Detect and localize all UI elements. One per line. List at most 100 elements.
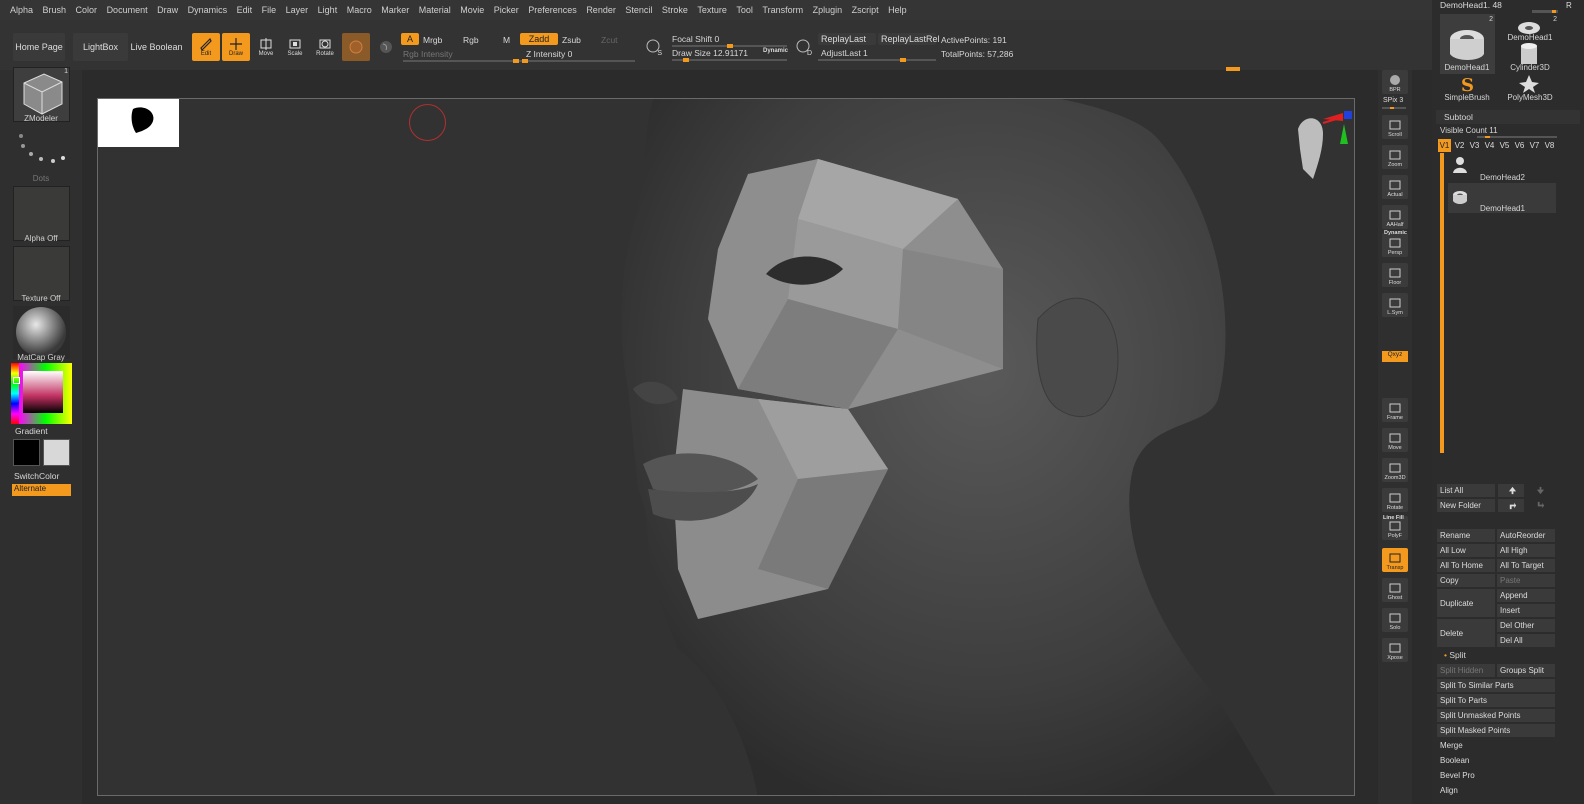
menu-movie[interactable]: Movie: [460, 5, 484, 15]
arrow-down-button[interactable]: [1526, 484, 1552, 497]
matcap-thumb[interactable]: [13, 306, 70, 359]
copy-button[interactable]: Copy: [1437, 574, 1495, 587]
menu-zplugin[interactable]: Zplugin: [813, 5, 843, 15]
menu-dynamics[interactable]: Dynamics: [188, 5, 228, 15]
menu-preferences[interactable]: Preferences: [528, 5, 577, 15]
actual-button[interactable]: Actual: [1382, 175, 1408, 199]
insert-button[interactable]: Insert: [1497, 604, 1555, 617]
edit-button[interactable]: Edit: [192, 33, 220, 61]
rgb-intensity-slider[interactable]: [403, 59, 528, 63]
material-sphere-icon[interactable]: [342, 33, 370, 61]
menu-marker[interactable]: Marker: [381, 5, 409, 15]
subtool-tab-v8[interactable]: V8: [1543, 139, 1556, 152]
dynamic-toggle[interactable]: Dynamic: [763, 48, 788, 54]
new-folder-button[interactable]: New Folder: [1437, 499, 1495, 512]
menu-alpha[interactable]: Alpha: [10, 5, 33, 15]
spix-slider[interactable]: [1382, 107, 1406, 109]
subtool-scrollbar[interactable]: [1440, 153, 1444, 453]
arrow-up-button[interactable]: [1498, 484, 1524, 497]
focal-shift-slider[interactable]: [672, 44, 787, 48]
split-section-header[interactable]: • Split: [1436, 650, 1580, 662]
menu-edit[interactable]: Edit: [237, 5, 253, 15]
menu-draw[interactable]: Draw: [157, 5, 178, 15]
persp-button[interactable]: Persp: [1382, 233, 1408, 257]
menu-transform[interactable]: Transform: [762, 5, 803, 15]
solo-button[interactable]: Solo: [1382, 608, 1408, 632]
menu-texture[interactable]: Texture: [697, 5, 727, 15]
mrgb-toggle[interactable]: Mrgb: [423, 35, 442, 45]
menu-help[interactable]: Help: [888, 5, 907, 15]
s-key-icon[interactable]: S: [642, 35, 664, 57]
m-toggle[interactable]: M: [503, 35, 510, 45]
xyz-symmetry-button[interactable]: Qxyz: [1382, 351, 1408, 362]
alpha-off-thumb[interactable]: [13, 186, 70, 241]
auto-reorder-button[interactable]: AutoReorder: [1497, 529, 1555, 542]
split-masked-points-button[interactable]: Split Masked Points: [1437, 724, 1555, 737]
subtool-tab-v4[interactable]: V4: [1483, 139, 1496, 152]
subtool-tab-v5[interactable]: V5: [1498, 139, 1511, 152]
navigation-thumbnail[interactable]: [98, 99, 179, 147]
menu-file[interactable]: File: [262, 5, 277, 15]
split-to-parts-button[interactable]: Split To Parts: [1437, 694, 1555, 707]
menu-zscript[interactable]: Zscript: [852, 5, 879, 15]
lightbox-button[interactable]: LightBox: [73, 33, 128, 61]
boolean-section[interactable]: Boolean: [1437, 754, 1555, 767]
orientation-gizmo[interactable]: [1288, 109, 1354, 179]
replay-last-button[interactable]: ReplayLast: [818, 33, 876, 45]
rotate-button[interactable]: Rotate: [1382, 488, 1408, 512]
l-sym-button[interactable]: L.Sym: [1382, 293, 1408, 317]
tool-thumb-polymesh3d[interactable]: [1502, 74, 1557, 94]
move-button[interactable]: Move: [1382, 428, 1408, 452]
ghost-button[interactable]: Ghost: [1382, 578, 1408, 602]
viewport-canvas[interactable]: [97, 98, 1355, 796]
menu-macro[interactable]: Macro: [347, 5, 372, 15]
subtool-tab-v6[interactable]: V6: [1513, 139, 1526, 152]
menu-light[interactable]: Light: [318, 5, 338, 15]
menu-render[interactable]: Render: [586, 5, 616, 15]
split-to-similar-parts-button[interactable]: Split To Similar Parts: [1437, 679, 1555, 692]
draw-button[interactable]: Draw: [222, 33, 250, 61]
primary-color-swatch[interactable]: [13, 439, 40, 466]
menu-picker[interactable]: Picker: [494, 5, 519, 15]
del-all-button[interactable]: Del All: [1497, 634, 1555, 647]
r-button[interactable]: R: [1566, 1, 1572, 10]
menu-material[interactable]: Material: [419, 5, 451, 15]
move-down-button[interactable]: [1526, 499, 1552, 512]
del-other-button[interactable]: Del Other: [1497, 619, 1555, 632]
draw-size-slider[interactable]: [672, 58, 787, 62]
merge-section[interactable]: Merge: [1437, 739, 1555, 752]
tool-slider[interactable]: [1532, 10, 1558, 13]
bpr-button[interactable]: BPR: [1382, 70, 1408, 94]
all-high-button[interactable]: All High: [1497, 544, 1555, 557]
subtool-title[interactable]: Subtool: [1436, 110, 1580, 124]
zoom3d-button[interactable]: Zoom3D: [1382, 458, 1408, 482]
adjust-last-slider[interactable]: [818, 58, 936, 62]
secondary-color-swatch[interactable]: [43, 439, 70, 466]
spiral-icon[interactable]: [372, 33, 400, 61]
zadd-toggle[interactable]: Zadd: [520, 33, 558, 45]
all-to-home-button[interactable]: All To Home: [1437, 559, 1495, 572]
alternate-button[interactable]: Alternate: [12, 484, 71, 496]
subtool-tab-v2[interactable]: V2: [1453, 139, 1466, 152]
groups-split-button[interactable]: Groups Split: [1497, 664, 1555, 677]
texture-off-thumb[interactable]: [13, 246, 70, 301]
paste-button[interactable]: Paste: [1497, 574, 1555, 587]
subtool-tab-v7[interactable]: V7: [1528, 139, 1541, 152]
subtool-tab-v1[interactable]: V1: [1438, 139, 1451, 152]
menu-layer[interactable]: Layer: [286, 5, 309, 15]
append-button[interactable]: Append: [1497, 589, 1555, 602]
zcut-toggle[interactable]: Zcut: [601, 35, 618, 45]
subtool-item-demohead2[interactable]: DemoHead2: [1448, 153, 1558, 182]
menu-stencil[interactable]: Stencil: [625, 5, 652, 15]
split-hidden-button[interactable]: Split Hidden: [1437, 664, 1495, 677]
visible-count-slider[interactable]: [1477, 136, 1557, 138]
rgb-toggle[interactable]: Rgb: [463, 35, 479, 45]
all-low-button[interactable]: All Low: [1437, 544, 1495, 557]
rotate-button[interactable]: Rotate: [311, 33, 339, 61]
duplicate-button[interactable]: Duplicate: [1437, 589, 1495, 617]
align-section[interactable]: Align: [1437, 784, 1555, 797]
aahalf-button[interactable]: AAHalf: [1382, 205, 1408, 229]
zoom-button[interactable]: Zoom: [1382, 145, 1408, 169]
xpose-button[interactable]: Xpose: [1382, 638, 1408, 662]
scale-button[interactable]: Scale: [281, 33, 309, 61]
